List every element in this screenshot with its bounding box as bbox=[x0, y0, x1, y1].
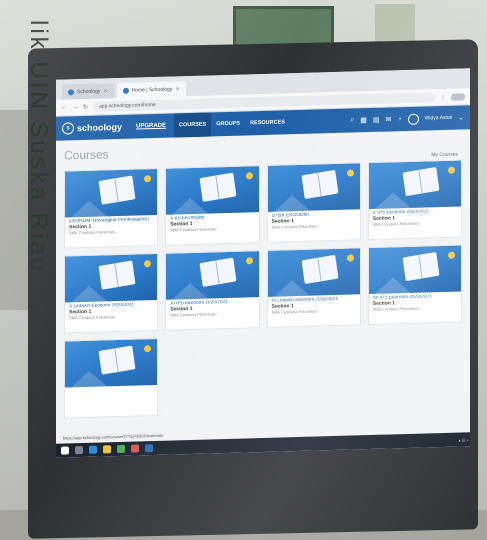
book-icon bbox=[301, 254, 339, 285]
badge-icon bbox=[245, 257, 253, 265]
screen: Schoology ✕ Home | Schoology ✕ ← → ↻ app… bbox=[56, 68, 470, 458]
course-school bbox=[69, 387, 153, 389]
watermark: lik UIN Suska Riau bbox=[25, 20, 52, 275]
app-icon[interactable] bbox=[131, 444, 139, 453]
page-title: Courses bbox=[64, 147, 109, 163]
profile-button[interactable] bbox=[451, 92, 465, 101]
calendar-icon[interactable]: ▤ bbox=[373, 116, 380, 124]
search-taskbar-icon[interactable] bbox=[75, 446, 83, 455]
course-thumbnail bbox=[166, 251, 259, 300]
course-school: SMK Cendana Pekanbaru bbox=[69, 229, 116, 236]
book-icon bbox=[199, 257, 237, 287]
badge-icon bbox=[144, 345, 152, 353]
grid-icon[interactable]: ▦ bbox=[360, 116, 367, 124]
start-icon[interactable] bbox=[61, 446, 69, 455]
book-icon bbox=[301, 169, 339, 200]
avatar[interactable] bbox=[407, 113, 419, 125]
back-icon[interactable]: ← bbox=[61, 104, 67, 110]
schoology-logo[interactable]: s schoology bbox=[62, 121, 122, 135]
main-nav: COURSES GROUPS RESOURCES bbox=[174, 110, 290, 138]
reload-icon[interactable]: ↻ bbox=[83, 103, 88, 110]
close-icon[interactable]: ✕ bbox=[103, 88, 107, 94]
course-thumbnail bbox=[368, 245, 461, 295]
course-card[interactable]: XII IPS Ekonomi 2020/2021 Section 1 SMA Ce… bbox=[367, 244, 462, 326]
course-name[interactable] bbox=[69, 387, 153, 389]
browser-tab-active[interactable]: Home | Schoology ✕ bbox=[116, 81, 186, 99]
course-school: SMA Cendana Pekanbaru bbox=[271, 308, 318, 315]
main-content: Courses My Courses EKONOMI (Perangkat Pe… bbox=[56, 129, 470, 425]
course-thumbnail bbox=[65, 168, 158, 218]
badge-icon bbox=[346, 169, 354, 177]
course-thumbnail bbox=[267, 163, 360, 212]
nav-courses[interactable]: COURSES bbox=[174, 112, 212, 138]
course-school: SMA Cendana Pekanbaru bbox=[271, 223, 318, 230]
course-card[interactable]: X Lintasin Ekonomi 2020/2021 Section 1 SMA… bbox=[64, 252, 159, 334]
user-name[interactable]: Widya Astuti bbox=[425, 115, 453, 122]
course-school: SMA Cendana Pekanbaru bbox=[372, 305, 420, 312]
course-school: SMA Cendana Pekanbaru bbox=[170, 226, 217, 233]
chevron-down-icon[interactable]: ⌄ bbox=[458, 113, 464, 121]
book-icon bbox=[402, 166, 440, 197]
tab-label: Home | Schoology bbox=[131, 86, 173, 94]
book-icon bbox=[199, 172, 237, 202]
course-grid: EKONOMI (Perangkat Pembelajaran) Section … bbox=[64, 159, 462, 419]
course-school: SMA Cendana Pekanbaru bbox=[170, 311, 217, 318]
tab-label: Schoology bbox=[77, 88, 101, 95]
course-card[interactable]: X IPS Ekonomi 2020/2021 Section 1 SMA Cend… bbox=[367, 159, 462, 241]
folder-icon[interactable] bbox=[103, 445, 111, 454]
browser-tab[interactable]: Schoology ✕ bbox=[62, 83, 114, 100]
notifications-icon[interactable]: ◔ bbox=[397, 116, 401, 123]
course-thumbnail bbox=[368, 160, 461, 210]
course-school: SMA Cendana Pekanbaru bbox=[372, 220, 420, 227]
course-school: SMA Cendana Pekanbaru bbox=[69, 314, 116, 321]
system-tray[interactable]: ▴ ◱ ◗ bbox=[459, 437, 469, 442]
nav-resources[interactable]: RESOURCES bbox=[245, 110, 290, 135]
course-thumbnail bbox=[65, 338, 158, 388]
word-icon[interactable] bbox=[145, 444, 153, 453]
search-icon[interactable]: ⌕ bbox=[350, 116, 354, 124]
course-card[interactable]: X IIS EKONOMI Section 1 SMA Cendana Pekanb… bbox=[165, 165, 260, 246]
badge-icon bbox=[144, 175, 152, 183]
course-card[interactable]: LITBK EKONOMI Section 1 SMA Cendana Pekanb… bbox=[266, 162, 361, 243]
header-icons: ⌕ ▦ ▤ ✉ ◔ Widya Astuti ⌄ bbox=[350, 112, 464, 126]
course-card[interactable]: XI IPS Ekonomi 2020/2021 Section 1 SMA Cen… bbox=[165, 250, 260, 331]
course-thumbnail bbox=[65, 253, 158, 303]
book-icon bbox=[402, 251, 440, 282]
forward-icon[interactable]: → bbox=[72, 104, 78, 110]
extension-icon[interactable]: ⋮ bbox=[440, 93, 446, 100]
messages-icon[interactable]: ✉ bbox=[386, 115, 392, 123]
course-card[interactable]: EKONOMI (Perangkat Pembelajaran) Section … bbox=[64, 167, 159, 249]
badge-icon bbox=[448, 166, 455, 174]
edge-icon[interactable] bbox=[89, 445, 97, 454]
course-card[interactable] bbox=[64, 337, 159, 419]
course-thumbnail bbox=[166, 166, 259, 215]
course-thumbnail bbox=[267, 248, 360, 297]
schoology-favicon-icon bbox=[122, 87, 129, 94]
nav-groups[interactable]: GROUPS bbox=[211, 112, 245, 137]
close-icon[interactable]: ✕ bbox=[175, 86, 179, 92]
chrome-icon[interactable] bbox=[117, 444, 125, 454]
logo-text: schoology bbox=[77, 121, 123, 134]
schoology-favicon-icon bbox=[68, 88, 74, 95]
book-icon bbox=[98, 345, 136, 375]
badge-icon bbox=[448, 251, 455, 259]
book-icon bbox=[98, 260, 136, 290]
badge-icon bbox=[346, 254, 354, 262]
upgrade-link[interactable]: UPGRADE bbox=[136, 123, 166, 130]
course-section bbox=[69, 387, 153, 389]
badge-icon bbox=[144, 260, 152, 268]
course-card[interactable]: XI Lintasin Ekonomi 2020/2021 Section 1 SM… bbox=[266, 247, 361, 328]
my-courses-link[interactable]: My Courses bbox=[431, 152, 458, 159]
book-icon bbox=[98, 175, 136, 205]
logo-s-icon: s bbox=[62, 122, 74, 135]
badge-icon bbox=[245, 172, 253, 180]
